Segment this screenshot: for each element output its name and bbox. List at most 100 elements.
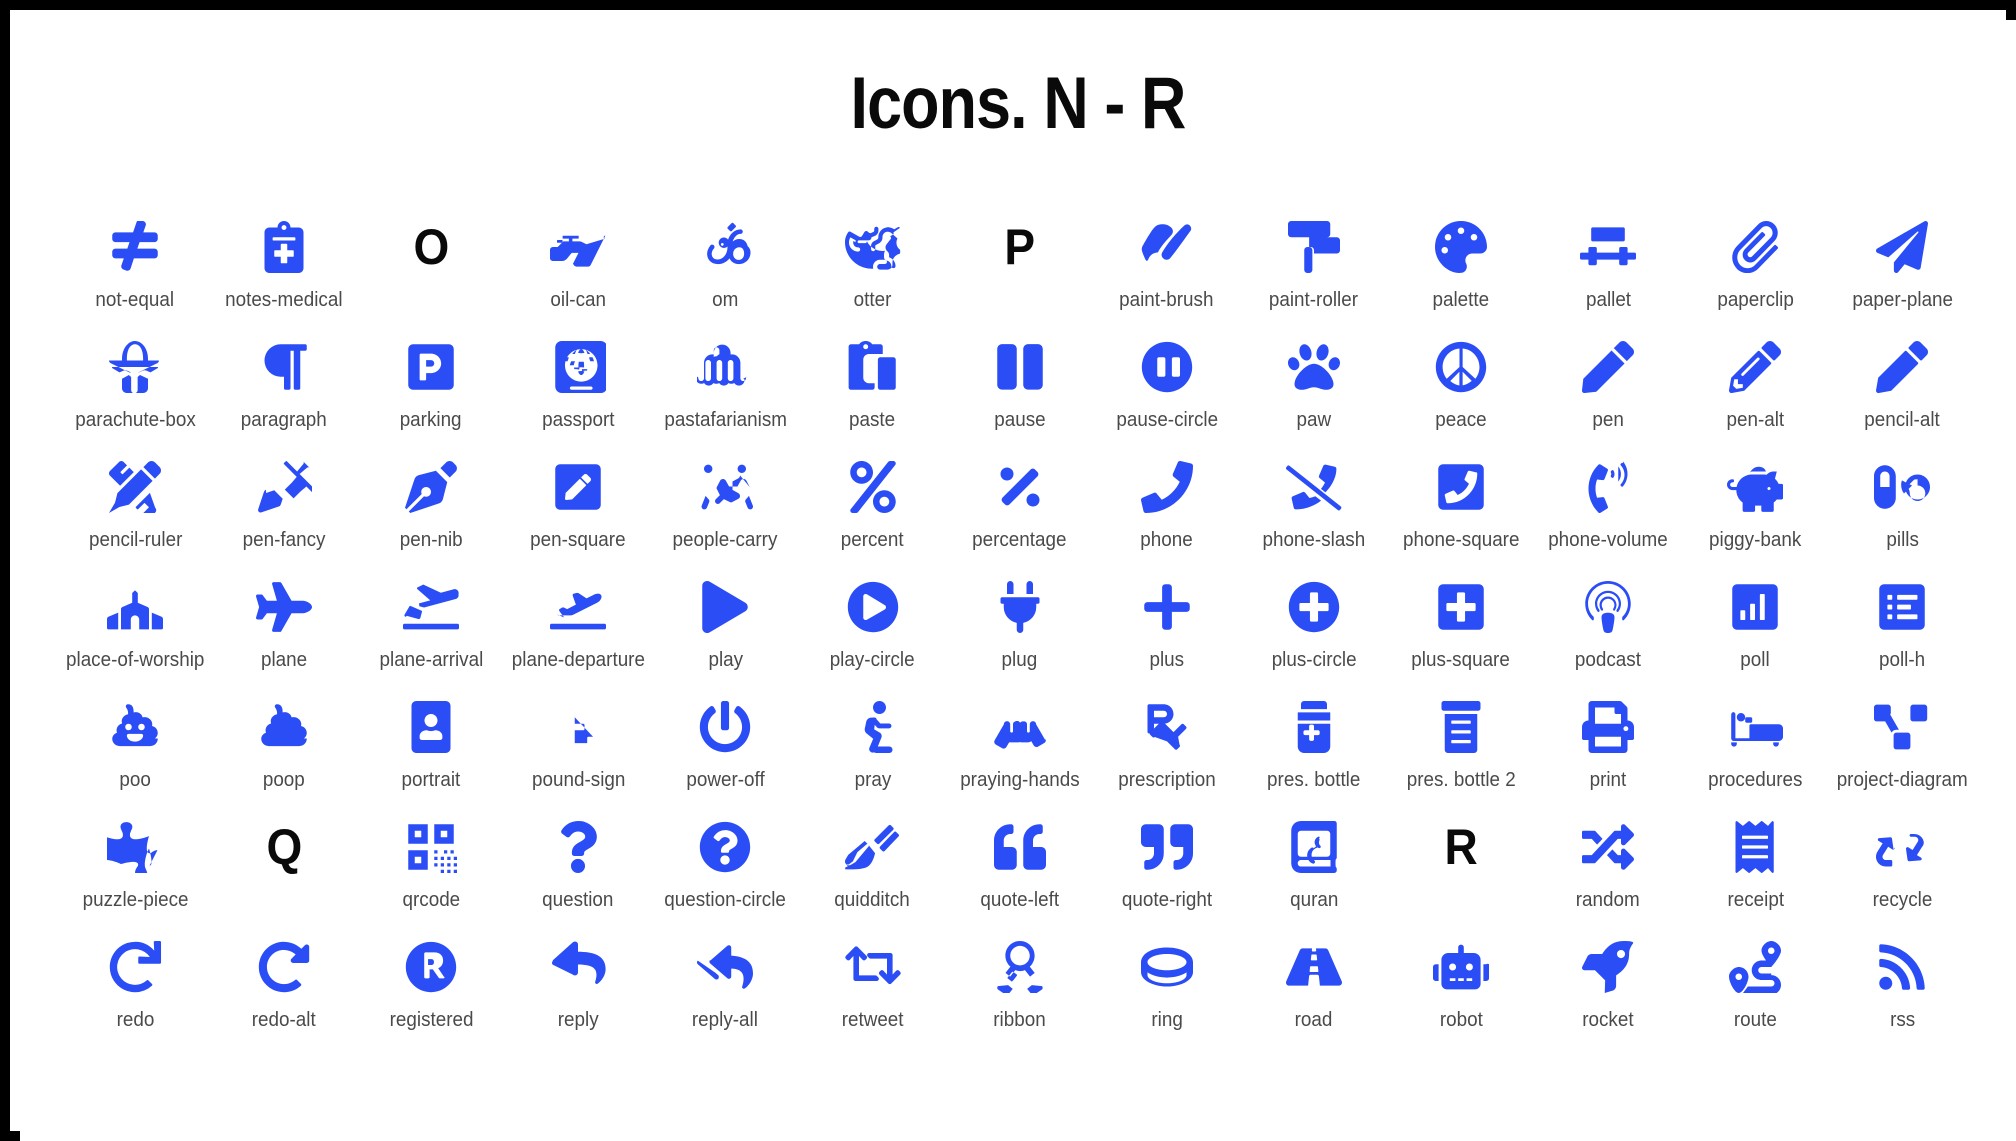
- quran-icon[interactable]: [1240, 814, 1387, 880]
- play-circle-icon[interactable]: [799, 574, 946, 640]
- icon-cell[interactable]: pres. bottle: [1240, 690, 1387, 810]
- redo-alt-icon[interactable]: [210, 934, 357, 1000]
- icon-cell[interactable]: O: [358, 210, 505, 330]
- icon-cell[interactable]: puzzle-piece: [60, 810, 210, 930]
- letter-r[interactable]: R: [1387, 814, 1534, 880]
- pen-square-icon[interactable]: [505, 454, 652, 520]
- pause-circle-icon[interactable]: [1093, 334, 1240, 400]
- oil-can-icon[interactable]: [505, 214, 652, 280]
- parachute-box-icon[interactable]: [60, 334, 210, 400]
- icon-cell[interactable]: route: [1682, 930, 1829, 1050]
- paste-icon[interactable]: [799, 334, 946, 400]
- icon-cell[interactable]: paste: [799, 330, 946, 450]
- icon-cell[interactable]: pen-nib: [358, 450, 505, 570]
- question-icon[interactable]: [505, 814, 652, 880]
- icon-cell[interactable]: paw: [1240, 330, 1387, 450]
- phone-slash-icon[interactable]: [1240, 454, 1387, 520]
- prescription-bottle-icon[interactable]: [1240, 694, 1387, 760]
- pen-fancy-icon[interactable]: [210, 454, 357, 520]
- poo-icon[interactable]: [60, 694, 210, 760]
- icon-cell[interactable]: peace: [1387, 330, 1534, 450]
- icon-cell[interactable]: phone-volume: [1535, 450, 1682, 570]
- icon-cell[interactable]: pause: [946, 330, 1093, 450]
- robot-icon[interactable]: [1387, 934, 1534, 1000]
- plus-square-icon[interactable]: [1387, 574, 1534, 640]
- icon-cell[interactable]: place-of-worship: [60, 570, 210, 690]
- icon-cell[interactable]: pen-fancy: [210, 450, 357, 570]
- place-of-worship-icon[interactable]: [60, 574, 210, 640]
- icon-cell[interactable]: poll-h: [1829, 570, 1976, 690]
- icon-cell[interactable]: palette: [1387, 210, 1534, 330]
- icon-cell[interactable]: pen-square: [505, 450, 652, 570]
- icon-cell[interactable]: road: [1240, 930, 1387, 1050]
- icon-cell[interactable]: plus: [1093, 570, 1240, 690]
- icon-cell[interactable]: passport: [505, 330, 652, 450]
- passport-icon[interactable]: [505, 334, 652, 400]
- reply-all-icon[interactable]: [652, 934, 799, 1000]
- icon-cell[interactable]: reply: [505, 930, 652, 1050]
- icon-cell[interactable]: quidditch: [799, 810, 946, 930]
- icon-cell[interactable]: robot: [1387, 930, 1534, 1050]
- pastafarianism-icon[interactable]: [652, 334, 799, 400]
- icon-cell[interactable]: pills: [1829, 450, 1976, 570]
- icon-cell[interactable]: rss: [1829, 930, 1976, 1050]
- icon-cell[interactable]: people-carry: [652, 450, 799, 570]
- om-icon[interactable]: [652, 214, 799, 280]
- pencil-ruler-icon[interactable]: [60, 454, 210, 520]
- icon-cell[interactable]: paperclip: [1682, 210, 1829, 330]
- icon-cell[interactable]: ring: [1093, 930, 1240, 1050]
- plus-circle-icon[interactable]: [1240, 574, 1387, 640]
- recycle-icon[interactable]: [1829, 814, 1976, 880]
- pray-icon[interactable]: [799, 694, 946, 760]
- icon-cell[interactable]: oil-can: [505, 210, 652, 330]
- pen-nib-icon[interactable]: [358, 454, 505, 520]
- pills-icon[interactable]: [1829, 454, 1976, 520]
- icon-cell[interactable]: play: [652, 570, 799, 690]
- icon-cell[interactable]: power-off: [652, 690, 799, 810]
- icon-cell[interactable]: paragraph: [210, 330, 357, 450]
- question-circle-icon[interactable]: [652, 814, 799, 880]
- icon-cell[interactable]: random: [1535, 810, 1682, 930]
- pallet-icon[interactable]: [1535, 214, 1682, 280]
- icon-cell[interactable]: retweet: [799, 930, 946, 1050]
- icon-cell[interactable]: project-diagram: [1829, 690, 1976, 810]
- reply-icon[interactable]: [505, 934, 652, 1000]
- icon-cell[interactable]: recycle: [1829, 810, 1976, 930]
- puzzle-piece-icon[interactable]: [60, 814, 210, 880]
- icon-cell[interactable]: percentage: [946, 450, 1093, 570]
- icon-cell[interactable]: pencil-ruler: [60, 450, 210, 570]
- icon-cell[interactable]: play-circle: [799, 570, 946, 690]
- icon-cell[interactable]: plus-circle: [1240, 570, 1387, 690]
- icon-cell[interactable]: phone-square: [1387, 450, 1534, 570]
- portrait-icon[interactable]: [358, 694, 505, 760]
- poll-h-icon[interactable]: [1829, 574, 1976, 640]
- plane-icon[interactable]: [210, 574, 357, 640]
- poop-icon[interactable]: [210, 694, 357, 760]
- icon-cell[interactable]: question-circle: [652, 810, 799, 930]
- icon-cell[interactable]: paper-plane: [1829, 210, 1976, 330]
- prescription-bottle-alt-icon[interactable]: [1387, 694, 1534, 760]
- icon-cell[interactable]: praying-hands: [946, 690, 1093, 810]
- ring-icon[interactable]: [1093, 934, 1240, 1000]
- retweet-icon[interactable]: [799, 934, 946, 1000]
- icon-cell[interactable]: om: [652, 210, 799, 330]
- icon-cell[interactable]: plane-arrival: [358, 570, 505, 690]
- power-off-icon[interactable]: [652, 694, 799, 760]
- icon-cell[interactable]: rocket: [1535, 930, 1682, 1050]
- icon-cell[interactable]: receipt: [1682, 810, 1829, 930]
- project-diagram-icon[interactable]: [1829, 694, 1976, 760]
- icon-cell[interactable]: print: [1535, 690, 1682, 810]
- paper-plane-icon[interactable]: [1829, 214, 1976, 280]
- random-icon[interactable]: [1535, 814, 1682, 880]
- plug-icon[interactable]: [946, 574, 1093, 640]
- print-icon[interactable]: [1535, 694, 1682, 760]
- plane-arrival-icon[interactable]: [358, 574, 505, 640]
- icon-cell[interactable]: ribbon: [946, 930, 1093, 1050]
- quidditch-icon[interactable]: [799, 814, 946, 880]
- icon-cell[interactable]: paint-brush: [1093, 210, 1240, 330]
- letter-o[interactable]: O: [358, 214, 505, 280]
- icon-cell[interactable]: registered: [358, 930, 505, 1050]
- icon-cell[interactable]: poo: [60, 690, 210, 810]
- quote-right-icon[interactable]: [1093, 814, 1240, 880]
- icon-cell[interactable]: plus-square: [1387, 570, 1534, 690]
